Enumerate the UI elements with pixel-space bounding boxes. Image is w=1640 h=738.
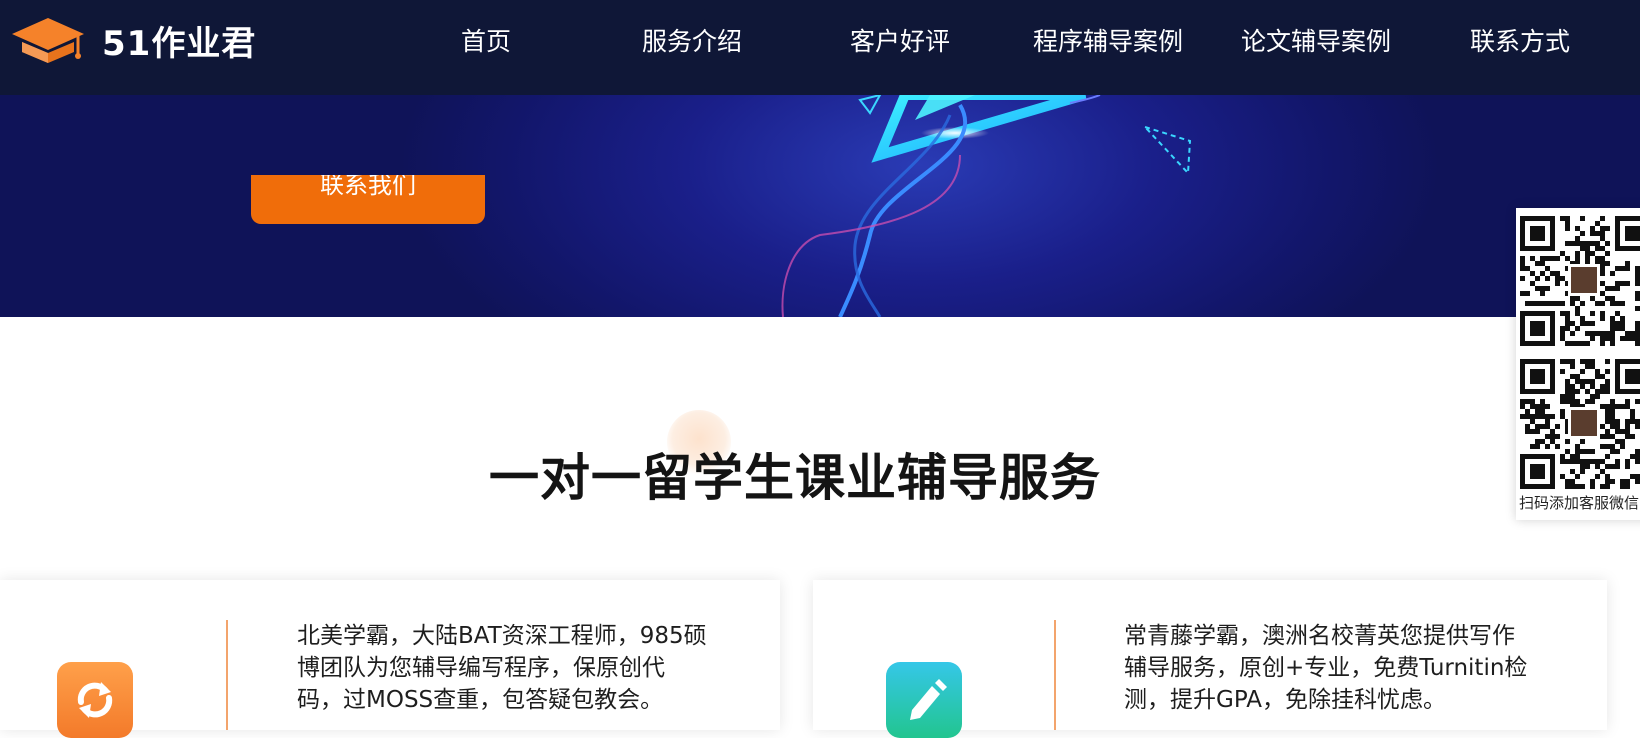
card-description: 常青藤学霸，澳洲名校菁英您提供写作 辅导服务，原创+专业，免费Turnitin检… [1124, 620, 1527, 716]
wechat-qr-panel: 扫码添加客服微信 [1516, 208, 1640, 520]
card-text-line: 辅导服务，原创+专业，免费Turnitin检 [1124, 655, 1528, 681]
nav-essay-cases[interactable]: 论文辅导案例 [1236, 20, 1396, 64]
refresh-icon [57, 662, 133, 738]
qr-code-image [1520, 216, 1640, 346]
nav-contact[interactable]: 联系方式 [1460, 20, 1580, 64]
nav-home[interactable]: 首页 [446, 20, 526, 64]
card-divider [1054, 620, 1056, 730]
site-logo[interactable]: 51作业君 [8, 12, 256, 68]
card-text-line: 常青藤学霸，澳洲名校菁英您提供写作 [1124, 623, 1515, 649]
top-navigation-bar: 51作业君 首页 服务介绍 客户好评 程序辅导案例 论文辅导案例 联系方式 [0, 0, 1640, 95]
contact-us-label: 联系我们 [320, 175, 416, 199]
graduation-cap-icon [12, 18, 84, 63]
service-card-program: 北美学霸，大陆BAT资深工程师，985硕 博团队为您辅导编写程序，保原创代 码，… [0, 580, 780, 738]
card-text-line: 北美学霸，大陆BAT资深工程师，985硕 [297, 623, 707, 649]
nav-program-cases[interactable]: 程序辅导案例 [1028, 20, 1188, 64]
card-text-line: 博团队为您辅导编写程序，保原创代 [297, 655, 665, 681]
card-description: 北美学霸，大陆BAT资深工程师，985硕 博团队为您辅导编写程序，保原创代 码，… [297, 620, 707, 716]
nav-reviews[interactable]: 客户好评 [840, 20, 960, 64]
card-text-line: 码，过MOSS查重，包答疑包教会。 [297, 687, 664, 713]
card-text-line: 测，提升GPA，免除挂科忧虑。 [1124, 687, 1446, 713]
nav-services[interactable]: 服务介绍 [632, 20, 752, 64]
pencil-icon [886, 662, 962, 738]
hero-tech-illustration [781, 95, 1192, 317]
qr-caption: 扫码添加客服微信 [1519, 494, 1640, 512]
qr-code-image [1520, 359, 1640, 489]
service-card-writing: 常青藤学霸，澳洲名校菁英您提供写作 辅导服务，原创+专业，免费Turnitin检… [813, 580, 1607, 738]
section-title: 一对一留学生课业辅导服务 [489, 449, 1101, 507]
logo-text: 51作业君 [102, 23, 257, 64]
hero-banner: 联系我们 [0, 95, 1640, 317]
contact-us-button[interactable]: 联系我们 [251, 175, 485, 224]
card-divider [226, 620, 228, 730]
